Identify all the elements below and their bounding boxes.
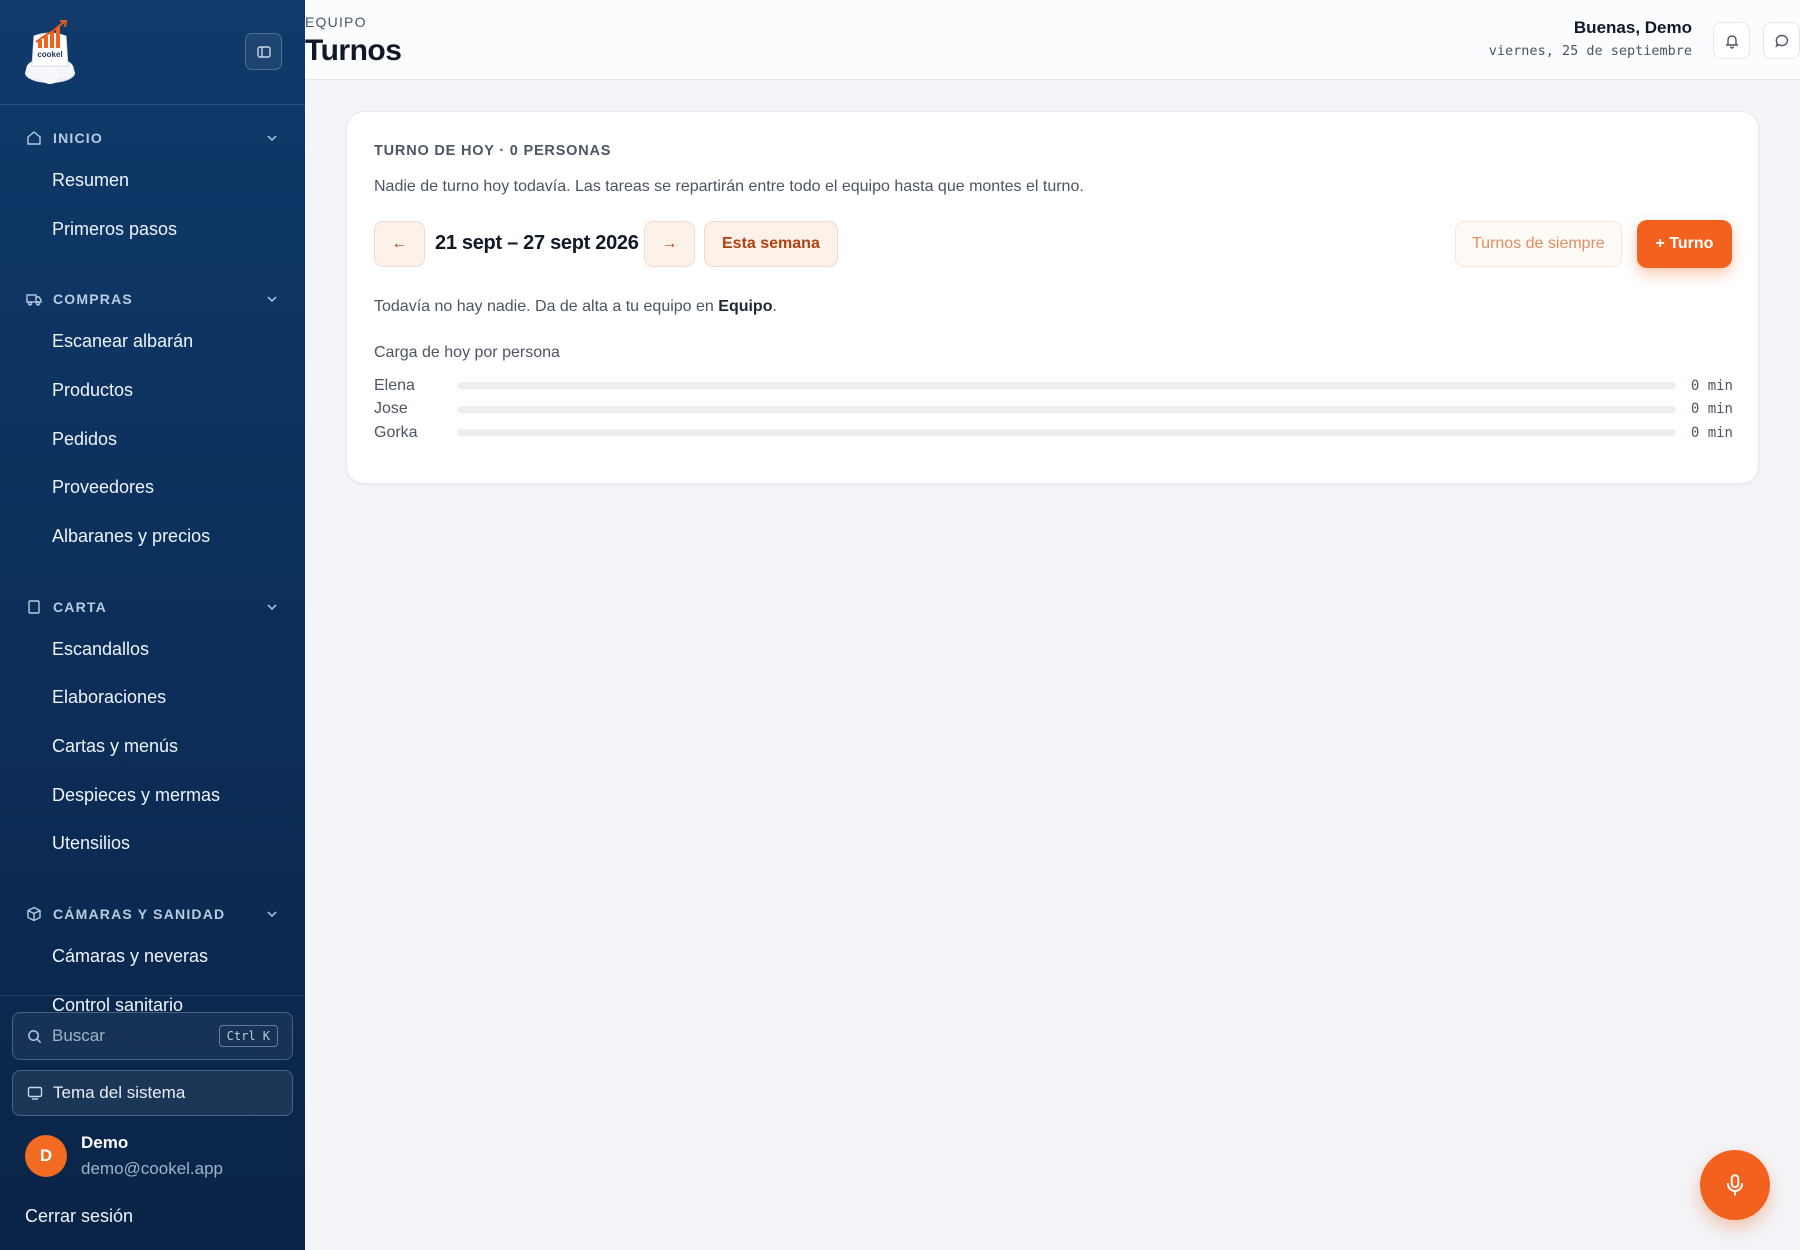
notifications-button[interactable] (1713, 22, 1750, 59)
sidebar-item-elaboraciones[interactable]: Elaboraciones (0, 674, 305, 723)
search-shortcut: Ctrl K (218, 1025, 278, 1047)
sidebar-collapse-button[interactable] (245, 33, 282, 70)
microphone-icon (1726, 1174, 1744, 1196)
chat-button[interactable] (1763, 22, 1800, 59)
sidebar-item-primeros-pasos[interactable]: Primeros pasos (0, 205, 305, 254)
shift-card: TURNO DE HOY · 0 PERSONAS Nadie de turno… (346, 111, 1759, 484)
section-compras[interactable]: COMPRAS (0, 281, 305, 317)
load-value: 0 min (1690, 424, 1733, 441)
chat-bubble-icon (1774, 34, 1788, 47)
sidebar-bottom: Buscar Ctrl K Tema del sistema D Demo de… (0, 995, 305, 1227)
load-title: Carga de hoy por persona (374, 344, 560, 361)
monitor-icon (27, 1086, 43, 1100)
sidebar-item-camaras-neveras[interactable]: Cámaras y neveras (0, 932, 305, 981)
current-date: viernes, 25 de septiembre (1488, 43, 1692, 59)
load-list: Elena 0 min Jose 0 min Gorka 0 min (374, 374, 1733, 445)
home-icon (26, 130, 42, 146)
arrow-right-icon: → (661, 235, 678, 252)
sidebar-item-resumen[interactable]: Resumen (0, 156, 305, 205)
team-link[interactable]: Equipo (718, 298, 772, 315)
chevron-down-icon (267, 135, 277, 142)
logout-button[interactable]: Cerrar sesión (25, 1206, 305, 1227)
book-icon (26, 599, 42, 615)
load-value: 0 min (1690, 377, 1733, 394)
section-camaras-sanidad[interactable]: CÁMARAS Y SANIDAD (0, 896, 305, 932)
cookel-logo[interactable]: cookel (22, 18, 78, 84)
card-title: TURNO DE HOY · 0 PERSONAS (374, 143, 612, 159)
load-row: Elena 0 min (374, 374, 1733, 398)
page-eyebrow: EQUIPO (305, 14, 367, 30)
section-inicio[interactable]: INICIO (0, 120, 305, 156)
logo-area: cookel (0, 0, 305, 105)
sidebar-item-albaranes-precios[interactable]: Albaranes y precios (0, 512, 305, 561)
load-row: Jose 0 min (374, 398, 1733, 422)
section-label: CARTA (53, 598, 107, 615)
empty-message-text: Todavía no hay nadie. Da de alta a tu eq… (374, 298, 719, 315)
user-email: demo@cookel.app (81, 1159, 224, 1178)
sidebar-item-cartas-menus[interactable]: Cartas y menús (0, 722, 305, 771)
chevron-down-icon (267, 911, 277, 918)
empty-message-end: . (772, 298, 777, 315)
sidebar-item-utensilios[interactable]: Utensilios (0, 820, 305, 869)
theme-label: Tema del sistema (53, 1083, 186, 1102)
person-name: Elena (374, 376, 415, 394)
person-name: Gorka (374, 423, 418, 441)
truck-icon (26, 291, 42, 307)
search-input[interactable]: Buscar Ctrl K (12, 1012, 293, 1060)
add-shift-button[interactable]: + Turno (1637, 220, 1732, 268)
sidebar-item-escanear-albaran[interactable]: Escanear albarán (0, 317, 305, 366)
search-placeholder: Buscar (52, 1026, 105, 1045)
search-icon (28, 1029, 42, 1043)
sidebar-toggle-icon (256, 45, 271, 58)
sidebar: cookel INICIO Resumen Primeros pasos COM… (0, 0, 305, 1250)
theme-button[interactable]: Tema del sistema (12, 1070, 293, 1116)
prev-week-button[interactable]: ← (374, 221, 425, 267)
section-carta[interactable]: CARTA (0, 589, 305, 625)
greeting: Buenas, Demo (1573, 18, 1692, 37)
card-description: Nadie de turno hoy todavía. Las tareas s… (374, 178, 1084, 195)
page-title: Turnos (305, 34, 402, 67)
empty-message: Todavía no hay nadie. Da de alta a tu eq… (374, 298, 777, 316)
load-bar (457, 405, 1676, 413)
logo-text: cookel (37, 50, 62, 59)
load-bar (457, 382, 1676, 390)
sidebar-item-despieces-mermas[interactable]: Despieces y mermas (0, 771, 305, 820)
user-name: Demo (81, 1133, 129, 1152)
section-label: INICIO (53, 130, 103, 146)
person-name: Jose (374, 400, 408, 418)
load-row: Gorka 0 min (374, 421, 1733, 445)
avatar: D (25, 1135, 67, 1177)
bell-icon (1724, 34, 1739, 49)
chevron-down-icon (267, 604, 277, 610)
sidebar-item-pedidos[interactable]: Pedidos (0, 415, 305, 464)
voice-assistant-button[interactable] (1700, 1150, 1770, 1220)
box-icon (26, 906, 42, 922)
next-week-button[interactable]: → (644, 221, 695, 267)
load-value: 0 min (1690, 401, 1733, 418)
sidebar-item-productos[interactable]: Productos (0, 366, 305, 415)
top-header: EQUIPO Turnos Buenas, Demo viernes, 25 d… (305, 0, 1800, 80)
section-label: COMPRAS (53, 291, 133, 308)
sidebar-item-proveedores[interactable]: Proveedores (0, 463, 305, 512)
week-range: 21 sept – 27 sept 2026 (435, 232, 639, 254)
sidebar-item-escandallos[interactable]: Escandallos (0, 625, 305, 674)
load-bar (457, 429, 1676, 437)
arrow-left-icon: ← (391, 235, 408, 252)
section-label: CÁMARAS Y SANIDAD (53, 906, 226, 923)
recurring-shifts-button[interactable]: Turnos de siempre (1455, 221, 1622, 267)
this-week-button[interactable]: Esta semana (704, 221, 838, 267)
sidebar-nav: INICIO Resumen Primeros pasos COMPRAS Es… (0, 120, 305, 1030)
chevron-down-icon (267, 296, 277, 303)
user-profile[interactable]: D Demo demo@cookel.app (25, 1128, 305, 1184)
